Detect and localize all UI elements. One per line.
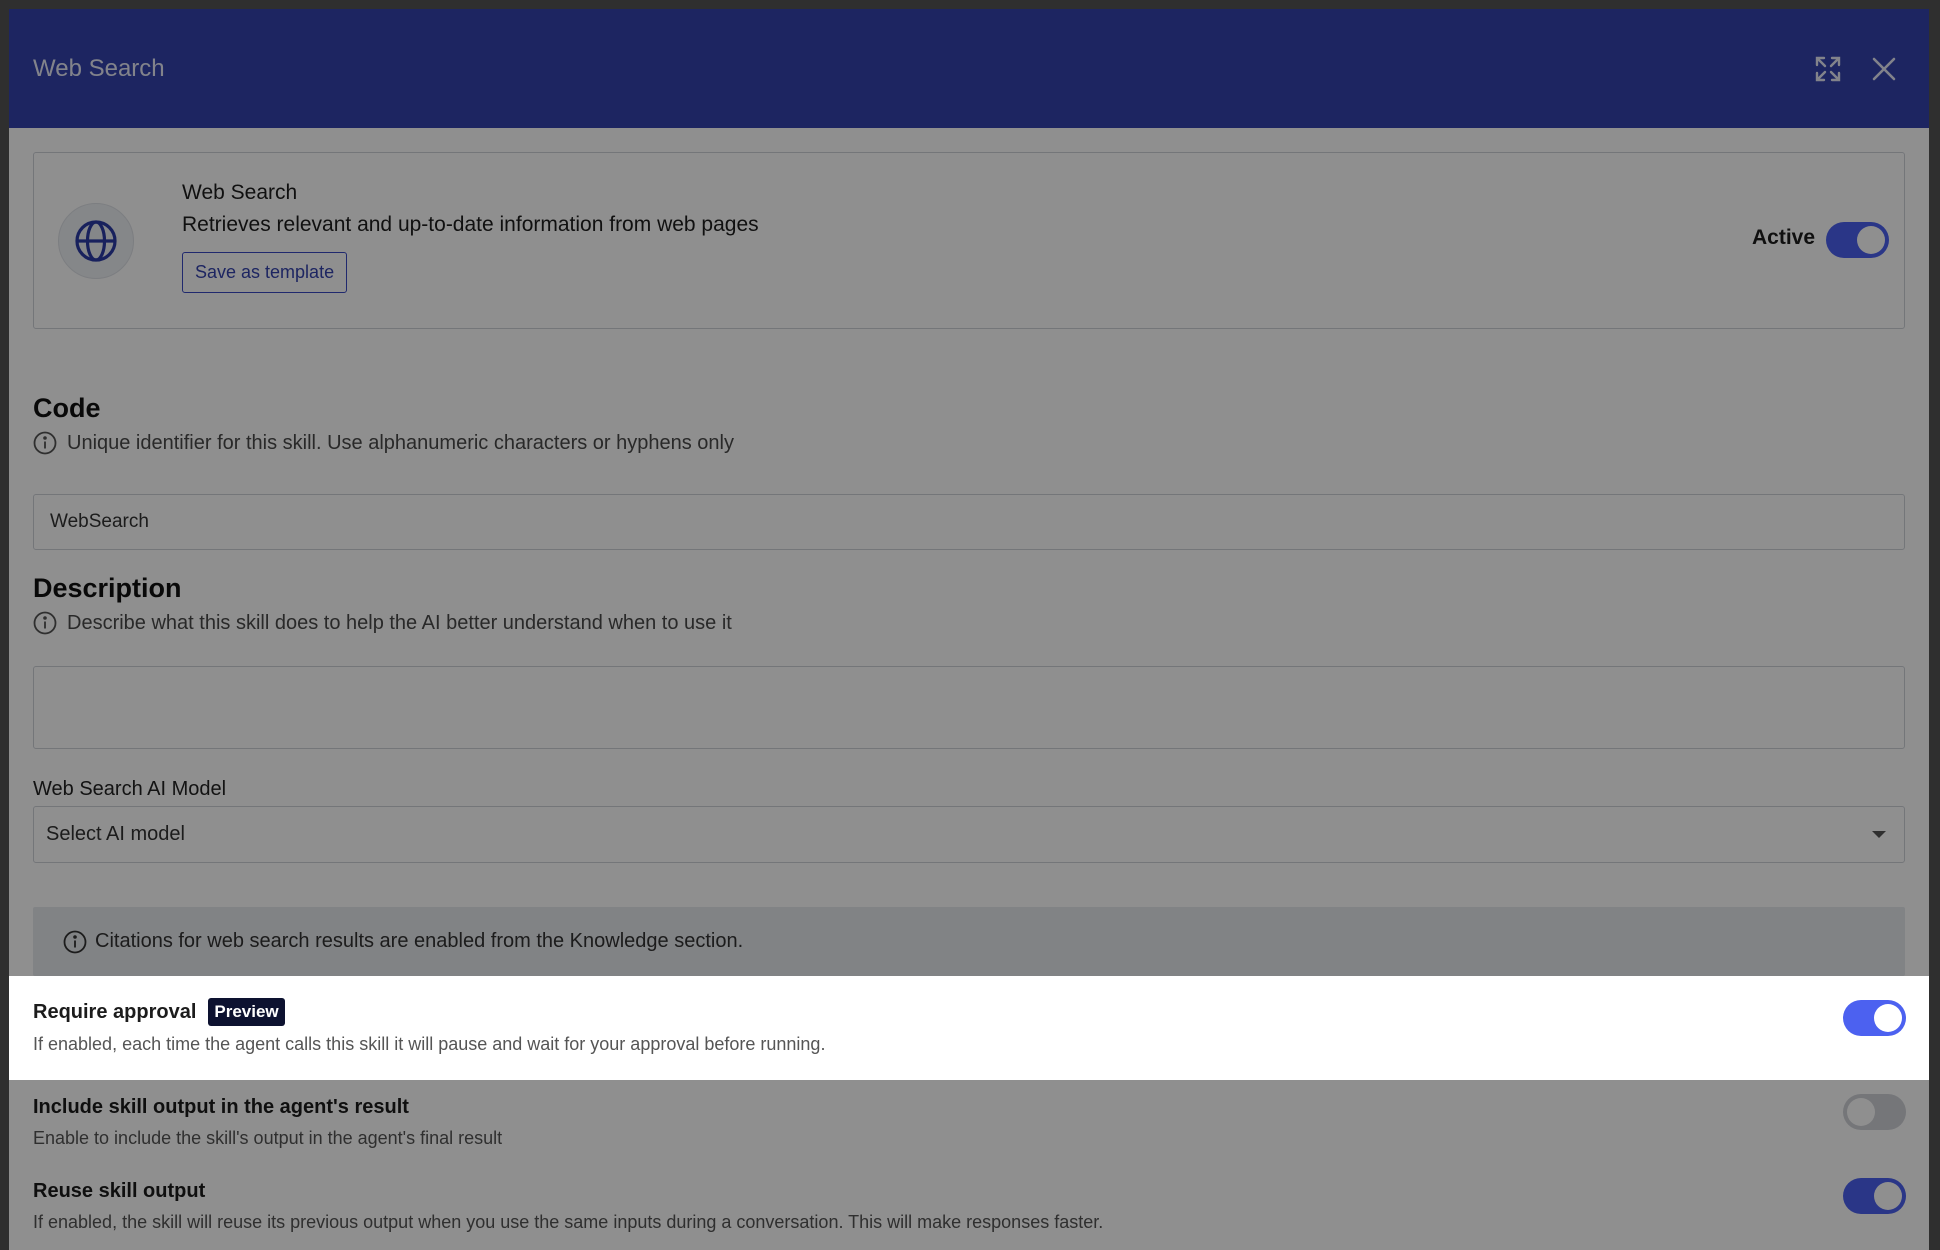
include-output-description: Enable to include the skill's output in …	[33, 1128, 503, 1148]
include-output-option: Include skill output in the agent's resu…	[9, 1080, 1929, 1164]
description-hint: Describe what this skill does to help th…	[33, 611, 732, 635]
info-icon	[33, 431, 57, 455]
toggle-knob	[1857, 226, 1885, 254]
code-title: Code	[33, 393, 101, 423]
toggle-knob	[1847, 1098, 1875, 1126]
save-as-template-button[interactable]: Save as template	[182, 252, 348, 293]
chevron-down-icon	[1872, 831, 1886, 838]
info-icon	[33, 611, 57, 635]
model-label: Web Search AI Model	[33, 778, 227, 800]
include-output-title: Include skill output in the agent's resu…	[33, 1096, 409, 1118]
header-actions	[1813, 54, 1905, 84]
active-label: Active	[1752, 226, 1816, 249]
reuse-output-option: Reuse skill output If enabled, the skill…	[9, 1164, 1929, 1250]
modal-header: Web Search	[9, 9, 1929, 128]
reuse-output-description: If enabled, the skill will reuse its pre…	[33, 1212, 1104, 1232]
require-approval-label: Require approval	[33, 1000, 197, 1023]
globe-icon	[58, 203, 134, 279]
toggle-knob	[1874, 1182, 1902, 1210]
info-icon	[63, 930, 87, 954]
toggle-knob	[1874, 1004, 1902, 1032]
skill-name: Web Search	[182, 181, 298, 204]
reuse-output-title: Reuse skill output	[33, 1180, 206, 1202]
description-title: Description	[33, 573, 182, 603]
web-search-modal: Web Search Web Search Retrieves relevant…	[9, 9, 1929, 1250]
require-approval-toggle[interactable]	[1843, 1000, 1906, 1036]
preview-badge: Preview	[208, 998, 285, 1026]
citations-notice-text: Citations for web search results are ena…	[95, 930, 744, 952]
description-textarea[interactable]	[33, 666, 1905, 749]
skill-description: Retrieves relevant and up-to-date inform…	[182, 213, 759, 236]
description-hint-text: Describe what this skill does to help th…	[67, 611, 732, 634]
skill-summary-card: Web Search Retrieves relevant and up-to-…	[33, 152, 1905, 329]
code-hint-text: Unique identifier for this skill. Use al…	[67, 431, 734, 454]
code-hint: Unique identifier for this skill. Use al…	[33, 431, 734, 455]
model-select-value: Select AI model	[46, 823, 185, 845]
close-icon[interactable]	[1869, 54, 1899, 84]
model-select[interactable]: Select AI model	[33, 806, 1905, 863]
code-input[interactable]: WebSearch	[33, 494, 1905, 550]
citations-notice: Citations for web search results are ena…	[33, 907, 1905, 976]
modal-title: Web Search	[33, 54, 165, 82]
active-toggle[interactable]	[1826, 222, 1889, 258]
include-output-toggle[interactable]	[1843, 1094, 1906, 1130]
modal-body: Web Search Retrieves relevant and up-to-…	[9, 128, 1929, 1250]
reuse-output-toggle[interactable]	[1843, 1178, 1906, 1214]
require-approval-option: Require approval Preview If enabled, eac…	[9, 976, 1929, 1080]
expand-icon[interactable]	[1813, 54, 1843, 84]
require-approval-title: Require approval Preview	[33, 998, 285, 1026]
require-approval-description: If enabled, each time the agent calls th…	[33, 1034, 826, 1054]
